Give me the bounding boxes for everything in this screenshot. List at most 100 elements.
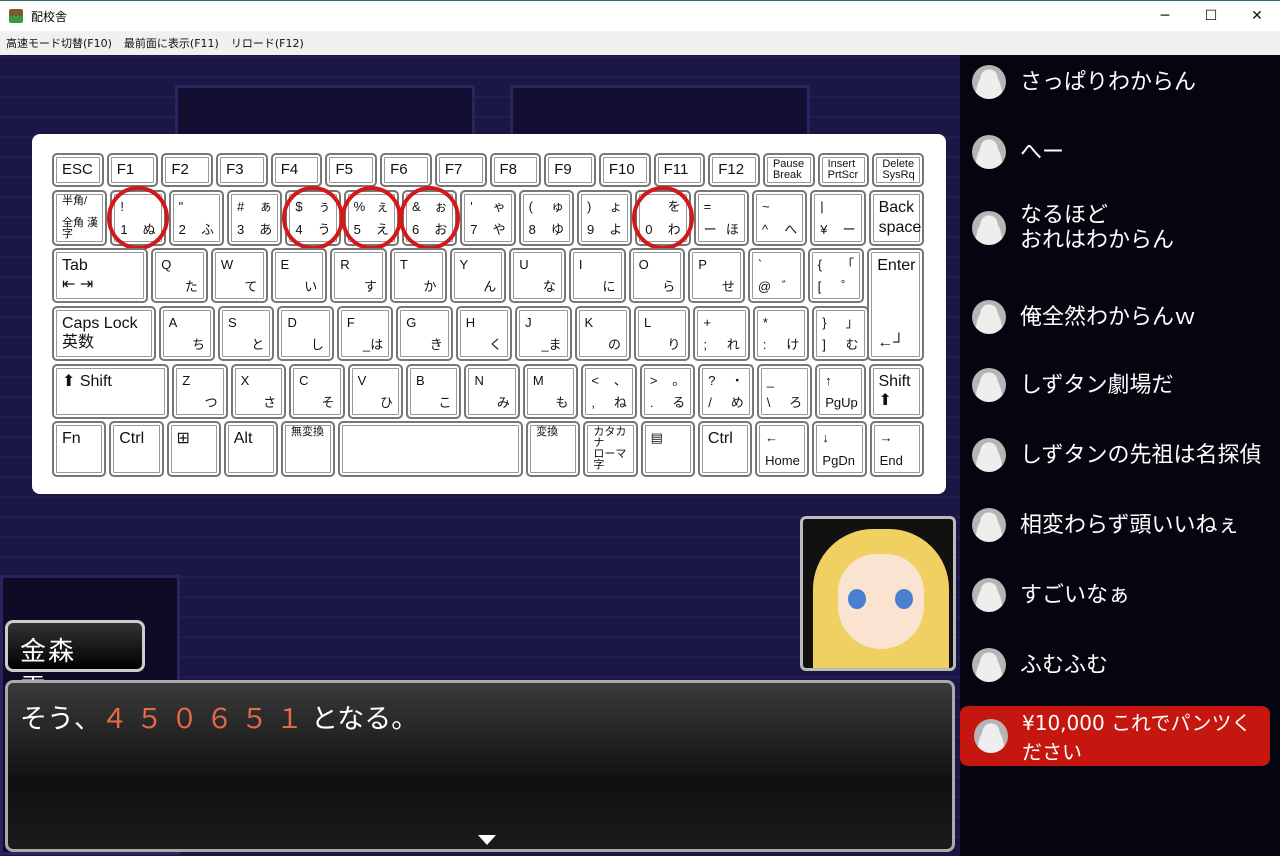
next-arrow-icon [478,835,496,845]
key-label: D [287,315,297,330]
window-title: 配校舎 [31,9,68,24]
key-label: 全角 漢字 [62,217,99,240]
comment-text: しずタンの先祖は名探偵 [1020,442,1262,468]
key-label: ろ [789,395,803,410]
key-label: M [532,373,544,388]
key-label: 変換 [536,426,559,438]
key: カタカナ ローマ字 [583,421,638,477]
key: (ゅ 8 ゆ [518,190,574,246]
avatar [972,368,1006,402]
key-label: _は [363,337,384,352]
key-label: ち [192,337,206,352]
key-label: く [489,337,503,352]
key-label: \ [766,395,771,410]
dialog-number: ４５０６５１ [101,704,311,735]
key: Zつ [172,364,228,419]
key: F _は [336,306,394,361]
key-label: E [280,257,290,272]
key-label: ふ [200,222,214,237]
avatar [972,648,1006,682]
key: J _ま [515,306,572,361]
key-label: F7 [444,161,463,178]
key: ⊞ [166,421,221,477]
key-label: F10 [608,161,635,178]
menu-reload[interactable]: リロード(F12) [231,35,304,51]
menu-always-on-top[interactable]: 最前面に表示(F11) [124,35,219,51]
key-label: S [228,315,237,330]
key-label: Y [459,257,469,272]
key: F1 [106,153,159,187]
key-label: あ [259,222,273,237]
key-label: こ [438,395,452,410]
key: $ ぅ 4 う [282,186,344,250]
key-label: つ [204,395,218,410]
key-label: ほ [725,222,739,237]
key: F8 [489,153,542,187]
dialog-text: そう、 [20,704,101,735]
key-label: Tab [62,257,88,274]
menu-bar: 高速モード切替(F10) 最前面に表示(F11) リロード(F12) [0,31,1280,55]
key-label: Shift [878,373,911,390]
key: Ctrl [697,421,753,477]
key-label: W [220,257,234,272]
key: = ーほ [693,190,749,246]
key-label: し [310,337,324,352]
close-button[interactable]: ✕ [1234,1,1280,31]
key: Uな [509,248,566,303]
key-label: ← [765,430,779,445]
key: Caps Lock 英数 [52,306,156,361]
key: Iに [568,248,626,303]
key-label: ` [757,257,763,272]
key-label: F3 [226,161,244,178]
key-label: End [879,453,903,468]
key-label: ぇ [375,199,389,214]
key-label: ( [528,199,533,214]
key-label: → [879,430,893,445]
key: Cそ [289,364,345,419]
key-label: $ [295,199,303,214]
key: ↓ PgDn [812,421,867,477]
key: Lり [633,306,691,361]
key-label: PgUp [825,395,858,410]
key-label: 。 [672,373,686,388]
key: Oら [628,248,686,303]
key-label: 4 [295,222,303,237]
key: Kの [574,306,631,361]
key-label: ↓ [822,430,829,445]
comment-item: しずタンの先祖は名探偵 [972,438,1262,472]
key: Gき [396,306,453,361]
comment-item: へー [972,135,1064,169]
key-label: B [416,373,425,388]
key-label: む [845,337,859,352]
key: ESC [52,153,104,187]
key-label: る [672,395,686,410]
keyboard-row: Caps Lock 英数 A ち S と D し F _は G き H く J _ま K の L り +; れ *: け}」]… [52,306,924,361]
key-label: 6 [411,222,420,237]
key-label: 5 [353,222,361,237]
key-label: ん [483,279,497,294]
comment-text: なるほど おれはわからん [1020,203,1175,253]
maximize-button[interactable]: ☐ [1188,1,1234,31]
avatar [972,300,1006,334]
key-label: F6 [390,161,408,178]
key: Fn [52,421,107,477]
menu-fast-mode[interactable]: 高速モード切替(F10) [6,35,112,51]
key-label: ゜ [841,279,855,294]
key: Mも [522,364,579,419]
key: ' ゃ 7 や [460,190,516,246]
key-label: Break [772,169,802,181]
key-label: K [584,315,594,330]
key-label: ね [613,395,627,410]
key: ⬆ Shift [52,364,170,419]
key: F2 [161,153,214,187]
key-label: N [474,373,484,388]
key-label: ぁ [259,199,273,214]
key-label: に [602,279,616,294]
avatar [972,65,1006,99]
key: Hく [455,306,513,361]
comment-text: しずタン劇場だ [1020,372,1174,398]
dialog-box[interactable]: そう、４５０６５１となる。 [5,680,955,852]
minimize-button[interactable]: ─ [1142,1,1188,31]
key-label: } [822,315,827,330]
key: Xさ [230,364,287,419]
